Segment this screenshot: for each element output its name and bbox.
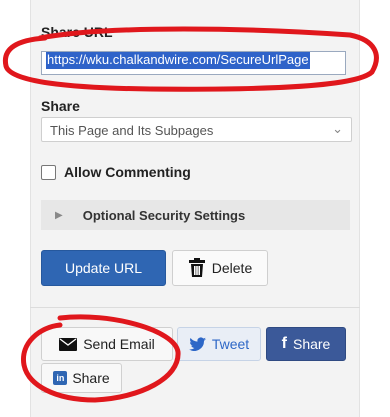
delete-button[interactable]: Delete xyxy=(172,250,268,286)
update-url-button[interactable]: Update URL xyxy=(41,250,166,286)
share-scope-label: Share xyxy=(41,98,80,114)
allow-commenting-checkbox[interactable] xyxy=(41,164,56,180)
trash-icon xyxy=(188,258,205,277)
envelope-icon xyxy=(59,337,78,351)
chevron-down-icon: ⌄ xyxy=(332,121,343,136)
tweet-label: Tweet xyxy=(211,336,250,352)
share-scope-selected: This Page and Its Subpages xyxy=(50,123,214,138)
facebook-share-button[interactable]: f Share xyxy=(266,327,346,361)
allow-commenting-label: Allow Commenting xyxy=(64,164,191,180)
facebook-icon: f xyxy=(281,335,287,352)
share-scope-select[interactable]: This Page and Its Subpages ⌄ xyxy=(41,117,352,142)
tweet-button[interactable]: Tweet xyxy=(177,327,261,361)
linkedin-icon: in xyxy=(53,371,68,385)
allow-commenting-row[interactable]: Allow Commenting xyxy=(41,162,191,182)
section-divider xyxy=(30,307,360,308)
share-url-input[interactable]: https://wku.chalkandwire.com/SecureUrlPa… xyxy=(41,51,346,75)
share-url-label: Share URL xyxy=(41,24,113,40)
facebook-share-label: Share xyxy=(292,336,331,352)
share-url-value: https://wku.chalkandwire.com/SecureUrlPa… xyxy=(46,52,310,69)
linkedin-share-label: Share xyxy=(72,370,110,386)
twitter-bird-icon xyxy=(188,337,206,351)
send-email-label: Send Email xyxy=(83,336,155,352)
optional-security-label: Optional Security Settings xyxy=(82,207,246,223)
linkedin-share-button[interactable]: in Share xyxy=(41,363,122,393)
send-email-button[interactable]: Send Email xyxy=(41,327,173,361)
caret-right-icon: ▶ xyxy=(55,209,63,221)
optional-security-toggle[interactable]: ▶ Optional Security Settings xyxy=(41,200,350,230)
delete-label: Delete xyxy=(211,260,253,276)
